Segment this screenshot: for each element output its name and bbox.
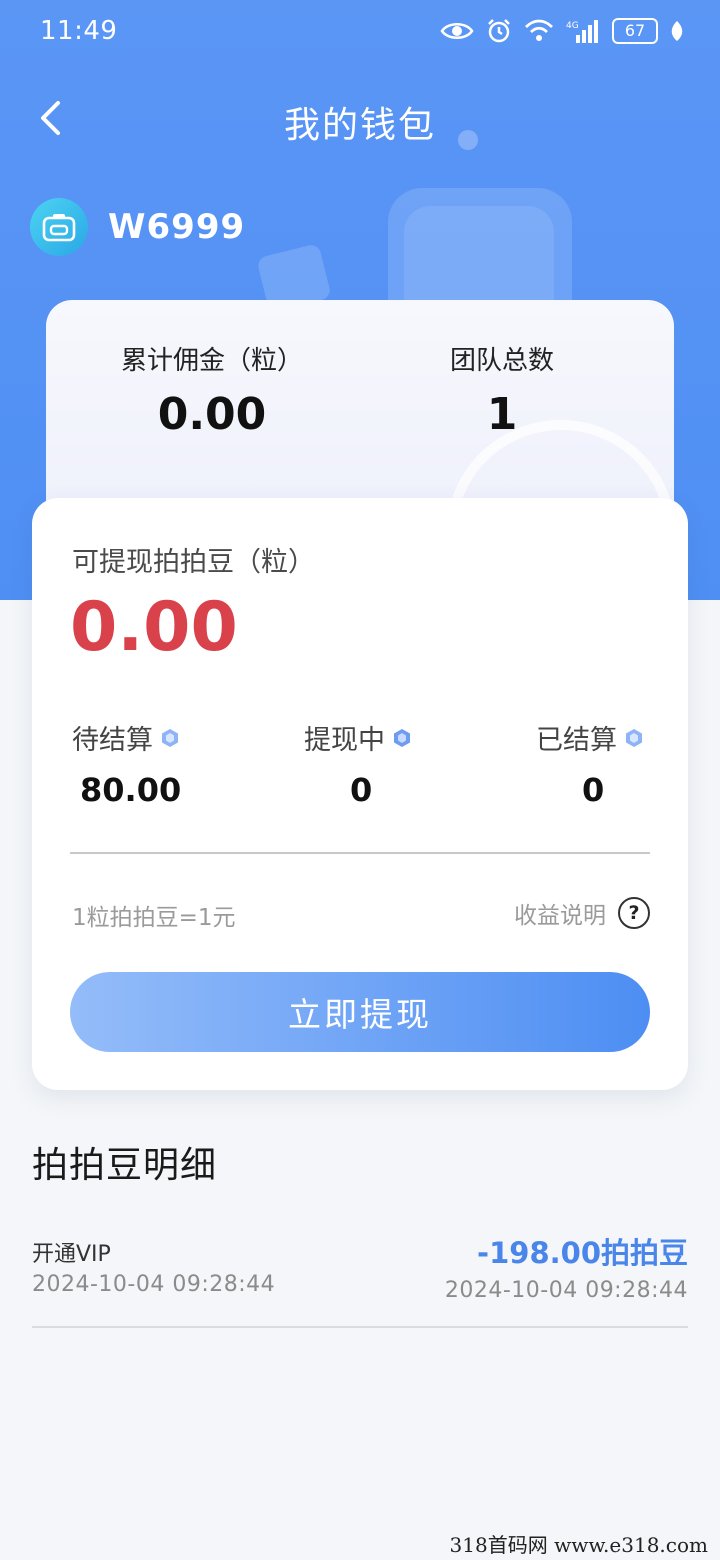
watermark: 318首码网 www.e318.com xyxy=(449,1533,708,1557)
earnings-explanation-label: 收益说明 xyxy=(514,903,606,929)
commission-label: 累计佣金（粒） xyxy=(120,346,303,376)
list-item[interactable]: 开通VIP 2024-10-04 09:28:44 -198.00拍拍豆 202… xyxy=(32,1226,688,1328)
team-label: 团队总数 xyxy=(449,346,554,376)
details-title: 拍拍豆明细 xyxy=(32,1145,218,1186)
pending-stat[interactable]: 待结算 80.00 xyxy=(72,718,262,809)
record-title: 开通VIP xyxy=(32,1242,111,1267)
stats-card: 累计佣金（粒） 0.00 团队总数 1 xyxy=(46,300,674,530)
earnings-explanation-link[interactable]: 收益说明 ? xyxy=(514,896,650,930)
status-time: 11:49 xyxy=(40,16,118,46)
record-date-right: 2024-10-04 09:28:44 xyxy=(444,1278,688,1303)
wifi-icon xyxy=(524,19,554,43)
battery-icon: 67 xyxy=(612,18,658,44)
user-info: W6999 xyxy=(30,198,245,256)
settled-stat[interactable]: 已结算 0 xyxy=(536,718,720,809)
signal-icon: 4G xyxy=(566,19,600,43)
camera-icon xyxy=(42,214,76,242)
leaf-icon xyxy=(670,20,684,42)
question-icon: ? xyxy=(618,897,650,929)
pending-label: 待结算 xyxy=(72,725,153,756)
alarm-icon xyxy=(486,18,512,44)
network-type-label: 4G xyxy=(566,21,579,31)
divider xyxy=(70,852,650,854)
commission-value: 0.00 xyxy=(157,389,267,440)
bean-icon xyxy=(393,728,411,748)
withdraw-button[interactable]: 立即提现 xyxy=(70,972,650,1052)
withdrawable-label: 可提现拍拍豆（粒） xyxy=(72,547,315,578)
username: W6999 xyxy=(108,207,246,247)
status-icons: 4G 67 xyxy=(440,18,684,44)
eye-icon xyxy=(440,20,474,42)
avatar[interactable] xyxy=(30,198,88,256)
exchange-rate-text: 1粒拍拍豆=1元 xyxy=(72,905,236,931)
settled-label: 已结算 xyxy=(536,725,617,756)
wallet-card: 可提现拍拍豆（粒） 0.00 待结算 80.00 提现中 0 已结算 0 1粒拍… xyxy=(32,498,688,1090)
team-value: 1 xyxy=(486,389,518,440)
commission-stat: 累计佣金（粒） 0.00 xyxy=(62,340,362,440)
page-title: 我的钱包 xyxy=(283,105,436,146)
team-stat[interactable]: 团队总数 1 xyxy=(352,340,652,440)
settled-value: 0 xyxy=(582,771,605,809)
record-date: 2024-10-04 09:28:44 xyxy=(32,1272,276,1297)
status-bar: 11:49 4G 67 xyxy=(0,0,720,70)
withdrawing-stat[interactable]: 提现中 0 xyxy=(304,718,494,809)
record-amount: -198.00拍拍豆 xyxy=(477,1236,688,1270)
withdrawing-value: 0 xyxy=(350,771,373,809)
pending-value: 80.00 xyxy=(80,771,182,809)
bean-icon xyxy=(625,728,643,748)
bean-icon xyxy=(161,728,179,748)
nav-bar: 我的钱包 xyxy=(0,80,720,156)
withdrawable-amount: 0.00 xyxy=(70,588,238,667)
withdrawing-label: 提现中 xyxy=(304,725,385,756)
